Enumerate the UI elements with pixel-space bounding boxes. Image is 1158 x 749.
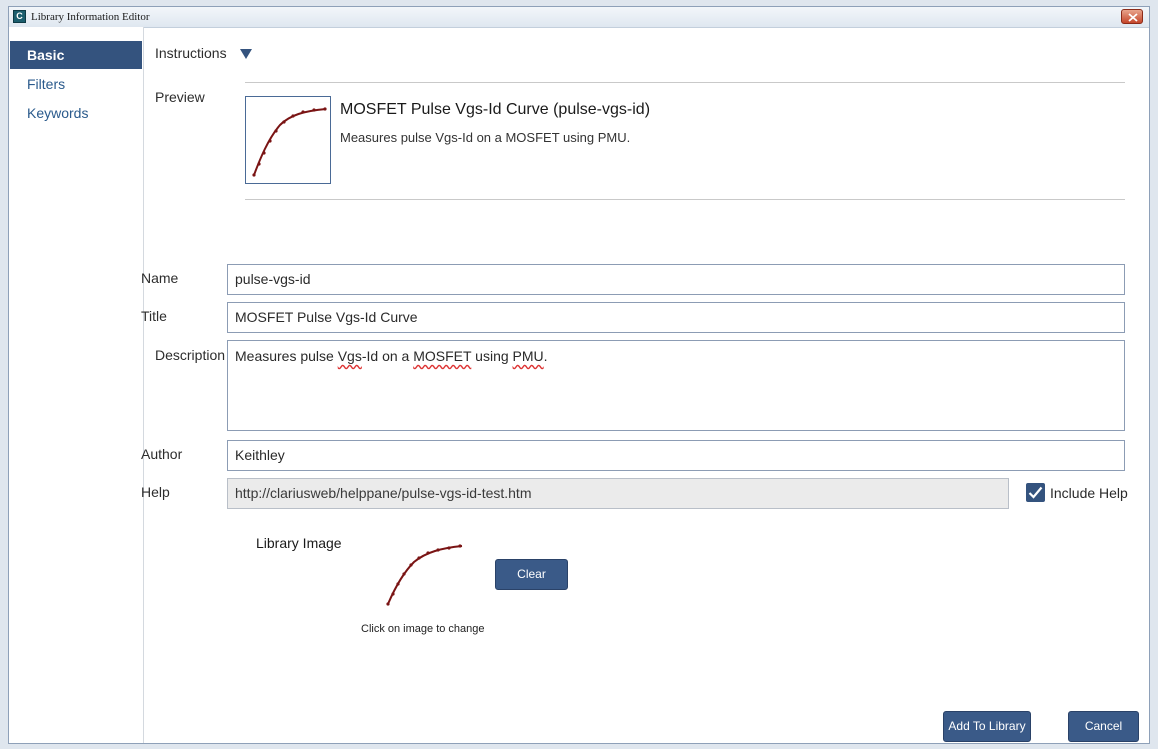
sidebar-item-filters[interactable]: Filters [10,70,142,98]
sidebar-item-basic[interactable]: Basic [10,41,142,69]
preview-label: Preview [155,89,205,105]
preview-title: MOSFET Pulse Vgs-Id Curve (pulse-vgs-id) [340,101,651,118]
close-button[interactable] [1121,9,1143,24]
name-field[interactable]: pulse-vgs-id [227,264,1125,295]
triangle-down-icon[interactable] [240,49,252,59]
misspelled-word: Vgs [337,348,362,364]
misspelled-word: MOSFET [413,348,472,364]
preview-image [245,96,331,184]
add-to-library-button[interactable]: Add To Library [943,711,1031,742]
author-label: Author [141,446,183,462]
title-label: Title [141,308,167,324]
title-field[interactable]: MOSFET Pulse Vgs-Id Curve [227,302,1125,333]
close-icon [1128,13,1138,22]
clear-button[interactable]: Clear [495,559,568,590]
sidebar: Basic Filters Keywords [9,27,144,743]
misspelled-word: PMU [512,348,544,364]
description-text: -Id on a [361,348,414,364]
description-text: Measures pulse [235,348,338,364]
sidebar-item-keywords[interactable]: Keywords [10,99,142,127]
description-field[interactable]: Measures pulse Vgs-Id on a MOSFET using … [227,340,1125,431]
app-icon: C [13,10,26,23]
cancel-button[interactable]: Cancel [1068,711,1139,742]
checkmark-icon [1028,486,1043,499]
divider [245,199,1125,200]
description-label: Description [155,347,226,363]
curve-thumbnail [252,107,327,177]
help-label: Help [141,484,170,500]
instructions-toggle[interactable]: Instructions [155,45,227,61]
window-title: Library Information Editor [31,11,150,23]
divider [245,82,1125,83]
library-image-hint: Click on image to change [361,623,485,635]
preview-description: Measures pulse Vgs-Id on a MOSFET using … [340,130,631,145]
include-help-checkbox[interactable] [1026,483,1045,502]
description-text: . [543,348,548,364]
author-field[interactable]: Keithley [227,440,1125,471]
description-text: using [471,348,513,364]
help-url-field[interactable]: http://clariusweb/helppane/pulse-vgs-id-… [227,478,1009,509]
title-bar: C Library Information Editor [9,7,1149,28]
library-image-label: Library Image [256,535,342,551]
name-label: Name [141,270,179,286]
include-help-label[interactable]: Include Help [1050,485,1128,501]
library-information-editor-window: C Library Information Editor Basic Filte… [8,6,1150,744]
library-image[interactable] [382,540,468,610]
